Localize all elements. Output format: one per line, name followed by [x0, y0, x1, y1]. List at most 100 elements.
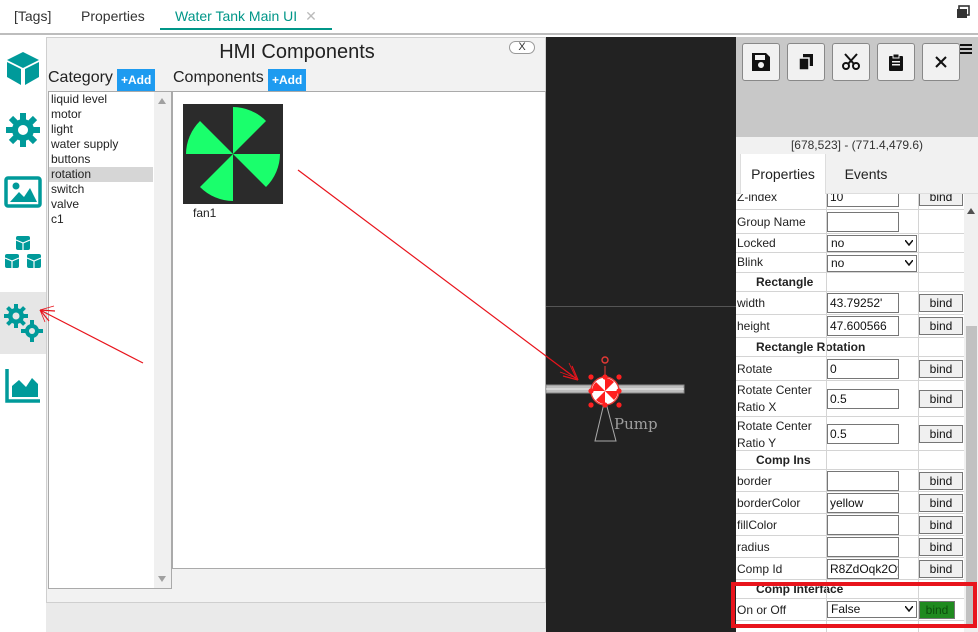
- scrollbar-thumb[interactable]: [966, 326, 977, 626]
- close-button[interactable]: X: [509, 41, 535, 54]
- bind-button[interactable]: bind: [919, 317, 963, 335]
- category-list[interactable]: liquid level motor light water supply bu…: [48, 91, 172, 589]
- component-list: fan1: [172, 91, 546, 569]
- list-item[interactable]: switch: [49, 182, 153, 197]
- prop-label: Rotate Center: [737, 383, 812, 397]
- add-category-button[interactable]: +Add: [117, 69, 156, 91]
- group-name-field[interactable]: [827, 212, 899, 232]
- bind-button[interactable]: bind: [919, 194, 963, 206]
- tab-water-tank-main-ui[interactable]: Water Tank Main UI ✕: [160, 6, 332, 30]
- cube-icon: [7, 52, 39, 85]
- list-item[interactable]: valve: [49, 197, 153, 212]
- icon-rail: [0, 37, 46, 632]
- list-item[interactable]: water supply: [49, 137, 153, 152]
- bind-button[interactable]: bind: [919, 494, 963, 512]
- prop-label: Group Name: [737, 215, 806, 229]
- category-scrollbar[interactable]: [154, 92, 171, 588]
- prop-label: border: [737, 474, 772, 488]
- bind-button[interactable]: bind: [919, 390, 963, 408]
- comp-id-field[interactable]: R8ZdOqk2Oyqf: [827, 559, 899, 579]
- border-field[interactable]: [827, 471, 899, 491]
- select-value: no: [831, 256, 845, 270]
- tab-properties[interactable]: Properties: [740, 154, 826, 194]
- rail-image-button[interactable]: [0, 161, 46, 223]
- prop-row-blink: Blink no: [736, 253, 964, 273]
- prop-row-border-color: borderColor yellow bind: [736, 492, 964, 514]
- chevron-down-icon: [905, 260, 913, 266]
- width-field[interactable]: 43.79252': [827, 293, 899, 313]
- bind-button[interactable]: bind: [919, 425, 963, 443]
- bind-button[interactable]: bind: [919, 516, 963, 534]
- tab-events[interactable]: Events: [826, 154, 906, 194]
- canvas-divider: [546, 306, 736, 307]
- gear-icon: [6, 113, 40, 147]
- bind-button[interactable]: bind: [919, 472, 963, 490]
- prop-label: Blink: [737, 255, 764, 269]
- prop-label: fillColor: [737, 518, 778, 532]
- rail-cubes-button[interactable]: [0, 223, 46, 285]
- list-item-selected[interactable]: rotation: [49, 167, 153, 182]
- bind-button[interactable]: bind: [919, 360, 963, 378]
- window-restore-icon[interactable]: [956, 5, 970, 19]
- rail-cube-button[interactable]: [0, 37, 46, 99]
- column-divider: [826, 194, 827, 632]
- copy-icon: [798, 54, 813, 71]
- zindex-field[interactable]: 10: [827, 194, 899, 207]
- locked-select[interactable]: no: [827, 235, 917, 252]
- list-item[interactable]: buttons: [49, 152, 153, 167]
- cut-button[interactable]: [832, 43, 870, 81]
- hmi-components-panel: HMI Components X Category +Add Component…: [46, 37, 546, 603]
- rail-chart-button[interactable]: [0, 354, 46, 416]
- tab-properties[interactable]: Properties: [81, 6, 145, 30]
- close-icon: [935, 56, 947, 68]
- list-item[interactable]: c1: [49, 212, 153, 227]
- fill-color-field[interactable]: [827, 515, 899, 535]
- highlight-box: [731, 582, 977, 628]
- bind-button[interactable]: bind: [919, 560, 963, 578]
- prop-label: Rotate: [737, 362, 773, 376]
- group-header-rectangle: Rectangle: [736, 273, 964, 292]
- prop-label: Z-index: [737, 194, 778, 204]
- chevron-down-icon: [905, 240, 913, 246]
- category-label: Category: [48, 69, 113, 86]
- bind-button[interactable]: bind: [919, 538, 963, 556]
- prop-label: width: [737, 296, 766, 310]
- rotate-center-y-field[interactable]: 0.5: [827, 424, 899, 444]
- prop-label: borderColor: [737, 496, 801, 510]
- image-icon: [4, 176, 42, 208]
- rotate-field[interactable]: 0: [827, 359, 899, 379]
- list-item[interactable]: motor: [49, 107, 153, 122]
- prop-row-group-name: Group Name: [736, 210, 964, 234]
- paste-button[interactable]: [877, 43, 915, 81]
- copy-button[interactable]: [787, 43, 825, 81]
- prop-label: Rotate Center: [737, 419, 812, 433]
- blink-select[interactable]: no: [827, 255, 917, 272]
- rotate-center-x-field[interactable]: 0.5: [827, 389, 899, 409]
- close-button[interactable]: [922, 43, 960, 81]
- save-button[interactable]: [742, 43, 780, 81]
- menu-icon[interactable]: [960, 43, 972, 55]
- radius-field[interactable]: [827, 537, 899, 557]
- tab-tags[interactable]: [Tags]: [14, 6, 51, 30]
- area-chart-icon: [5, 369, 40, 403]
- fan-thumbnail[interactable]: [183, 104, 283, 204]
- close-icon[interactable]: ✕: [305, 8, 317, 24]
- height-field[interactable]: 47.600566: [827, 316, 899, 336]
- rail-gear-button[interactable]: [0, 99, 46, 161]
- paste-icon: [889, 53, 903, 71]
- component-label: fan1: [193, 206, 217, 220]
- list-item[interactable]: liquid level: [49, 92, 153, 107]
- scroll-up-icon[interactable]: [158, 98, 166, 104]
- prop-row-height: height 47.600566 bind: [736, 315, 964, 338]
- tab-bar: [Tags] Properties Water Tank Main UI ✕: [0, 0, 978, 35]
- add-component-button[interactable]: +Add: [268, 69, 307, 91]
- rail-gears-button[interactable]: [0, 292, 46, 354]
- design-canvas[interactable]: Pump: [546, 37, 736, 632]
- bind-button[interactable]: bind: [919, 294, 963, 312]
- column-divider: [918, 194, 919, 632]
- panel-footer: [46, 603, 546, 632]
- scroll-up-icon[interactable]: [967, 208, 975, 214]
- border-color-field[interactable]: yellow: [827, 493, 899, 513]
- list-item[interactable]: light: [49, 122, 153, 137]
- scroll-down-icon[interactable]: [158, 576, 166, 582]
